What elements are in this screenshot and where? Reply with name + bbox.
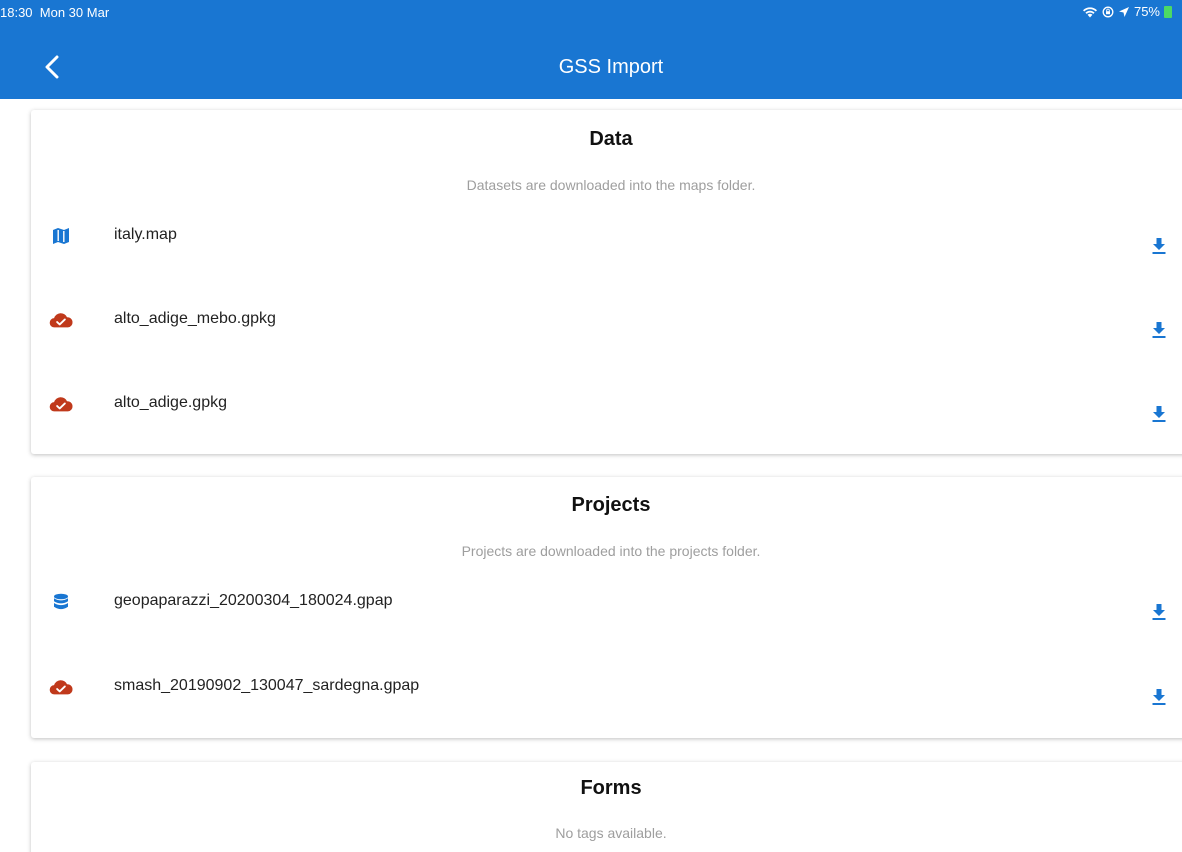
section-title-data: Data (589, 128, 633, 150)
app-bar: 18:30 Mon 30 Mar 75% GSS Import (0, 0, 1182, 99)
section-subtitle-forms: No tags available. (555, 825, 667, 841)
forms-section-card: Forms No tags available. (31, 762, 1182, 852)
cloud-check-icon (49, 394, 73, 414)
section-subtitle-projects: Projects are downloaded into the project… (461, 543, 761, 559)
database-icon (49, 592, 73, 612)
section-subtitle-data: Datasets are downloaded into the maps fo… (466, 177, 756, 193)
lock-rotation-icon (1102, 6, 1114, 18)
map-icon (49, 226, 73, 246)
cloud-check-icon (49, 310, 73, 330)
item-label: smash_20190902_130047_sardegna.gpap (114, 677, 420, 694)
battery-percent: 75% (1133, 4, 1160, 19)
list-item[interactable]: italy.map (31, 216, 1182, 256)
download-icon[interactable] (1147, 318, 1171, 342)
download-icon[interactable] (1147, 600, 1171, 624)
download-icon[interactable] (1147, 234, 1171, 258)
section-title-projects: Projects (571, 494, 651, 516)
cloud-check-icon (49, 677, 73, 697)
list-item[interactable]: alto_adige.gpkg (31, 384, 1182, 424)
item-label: alto_adige_mebo.gpkg (114, 310, 276, 327)
location-icon (1118, 6, 1130, 18)
status-bar: 18:30 Mon 30 Mar 75% (0, 0, 1182, 24)
item-label: alto_adige.gpkg (114, 394, 227, 411)
status-clock: 18:30 (0, 5, 33, 20)
page-title: GSS Import (558, 56, 664, 78)
item-label: geopaparazzi_20200304_180024.gpap (114, 592, 393, 609)
status-date: Mon 30 Mar (39, 5, 110, 20)
download-icon[interactable] (1147, 402, 1171, 426)
projects-section-card: Projects Projects are downloaded into th… (31, 477, 1182, 738)
list-item[interactable]: geopaparazzi_20200304_180024.gpap (31, 582, 1182, 622)
item-label: italy.map (114, 226, 177, 243)
status-indicators: 75% (1082, 4, 1172, 19)
battery-icon (1164, 5, 1172, 18)
list-item[interactable]: smash_20190902_130047_sardegna.gpap (31, 667, 1182, 707)
gss-import-screen: 18:30 Mon 30 Mar 75% GSS Import Data Dat… (0, 0, 1182, 852)
list-item[interactable]: alto_adige_mebo.gpkg (31, 300, 1182, 340)
download-icon[interactable] (1147, 685, 1171, 709)
section-title-forms: Forms (580, 777, 642, 799)
status-time: 18:30 Mon 30 Mar (0, 5, 109, 20)
wifi-icon (1082, 6, 1098, 18)
data-section-card: Data Datasets are downloaded into the ma… (31, 110, 1182, 454)
